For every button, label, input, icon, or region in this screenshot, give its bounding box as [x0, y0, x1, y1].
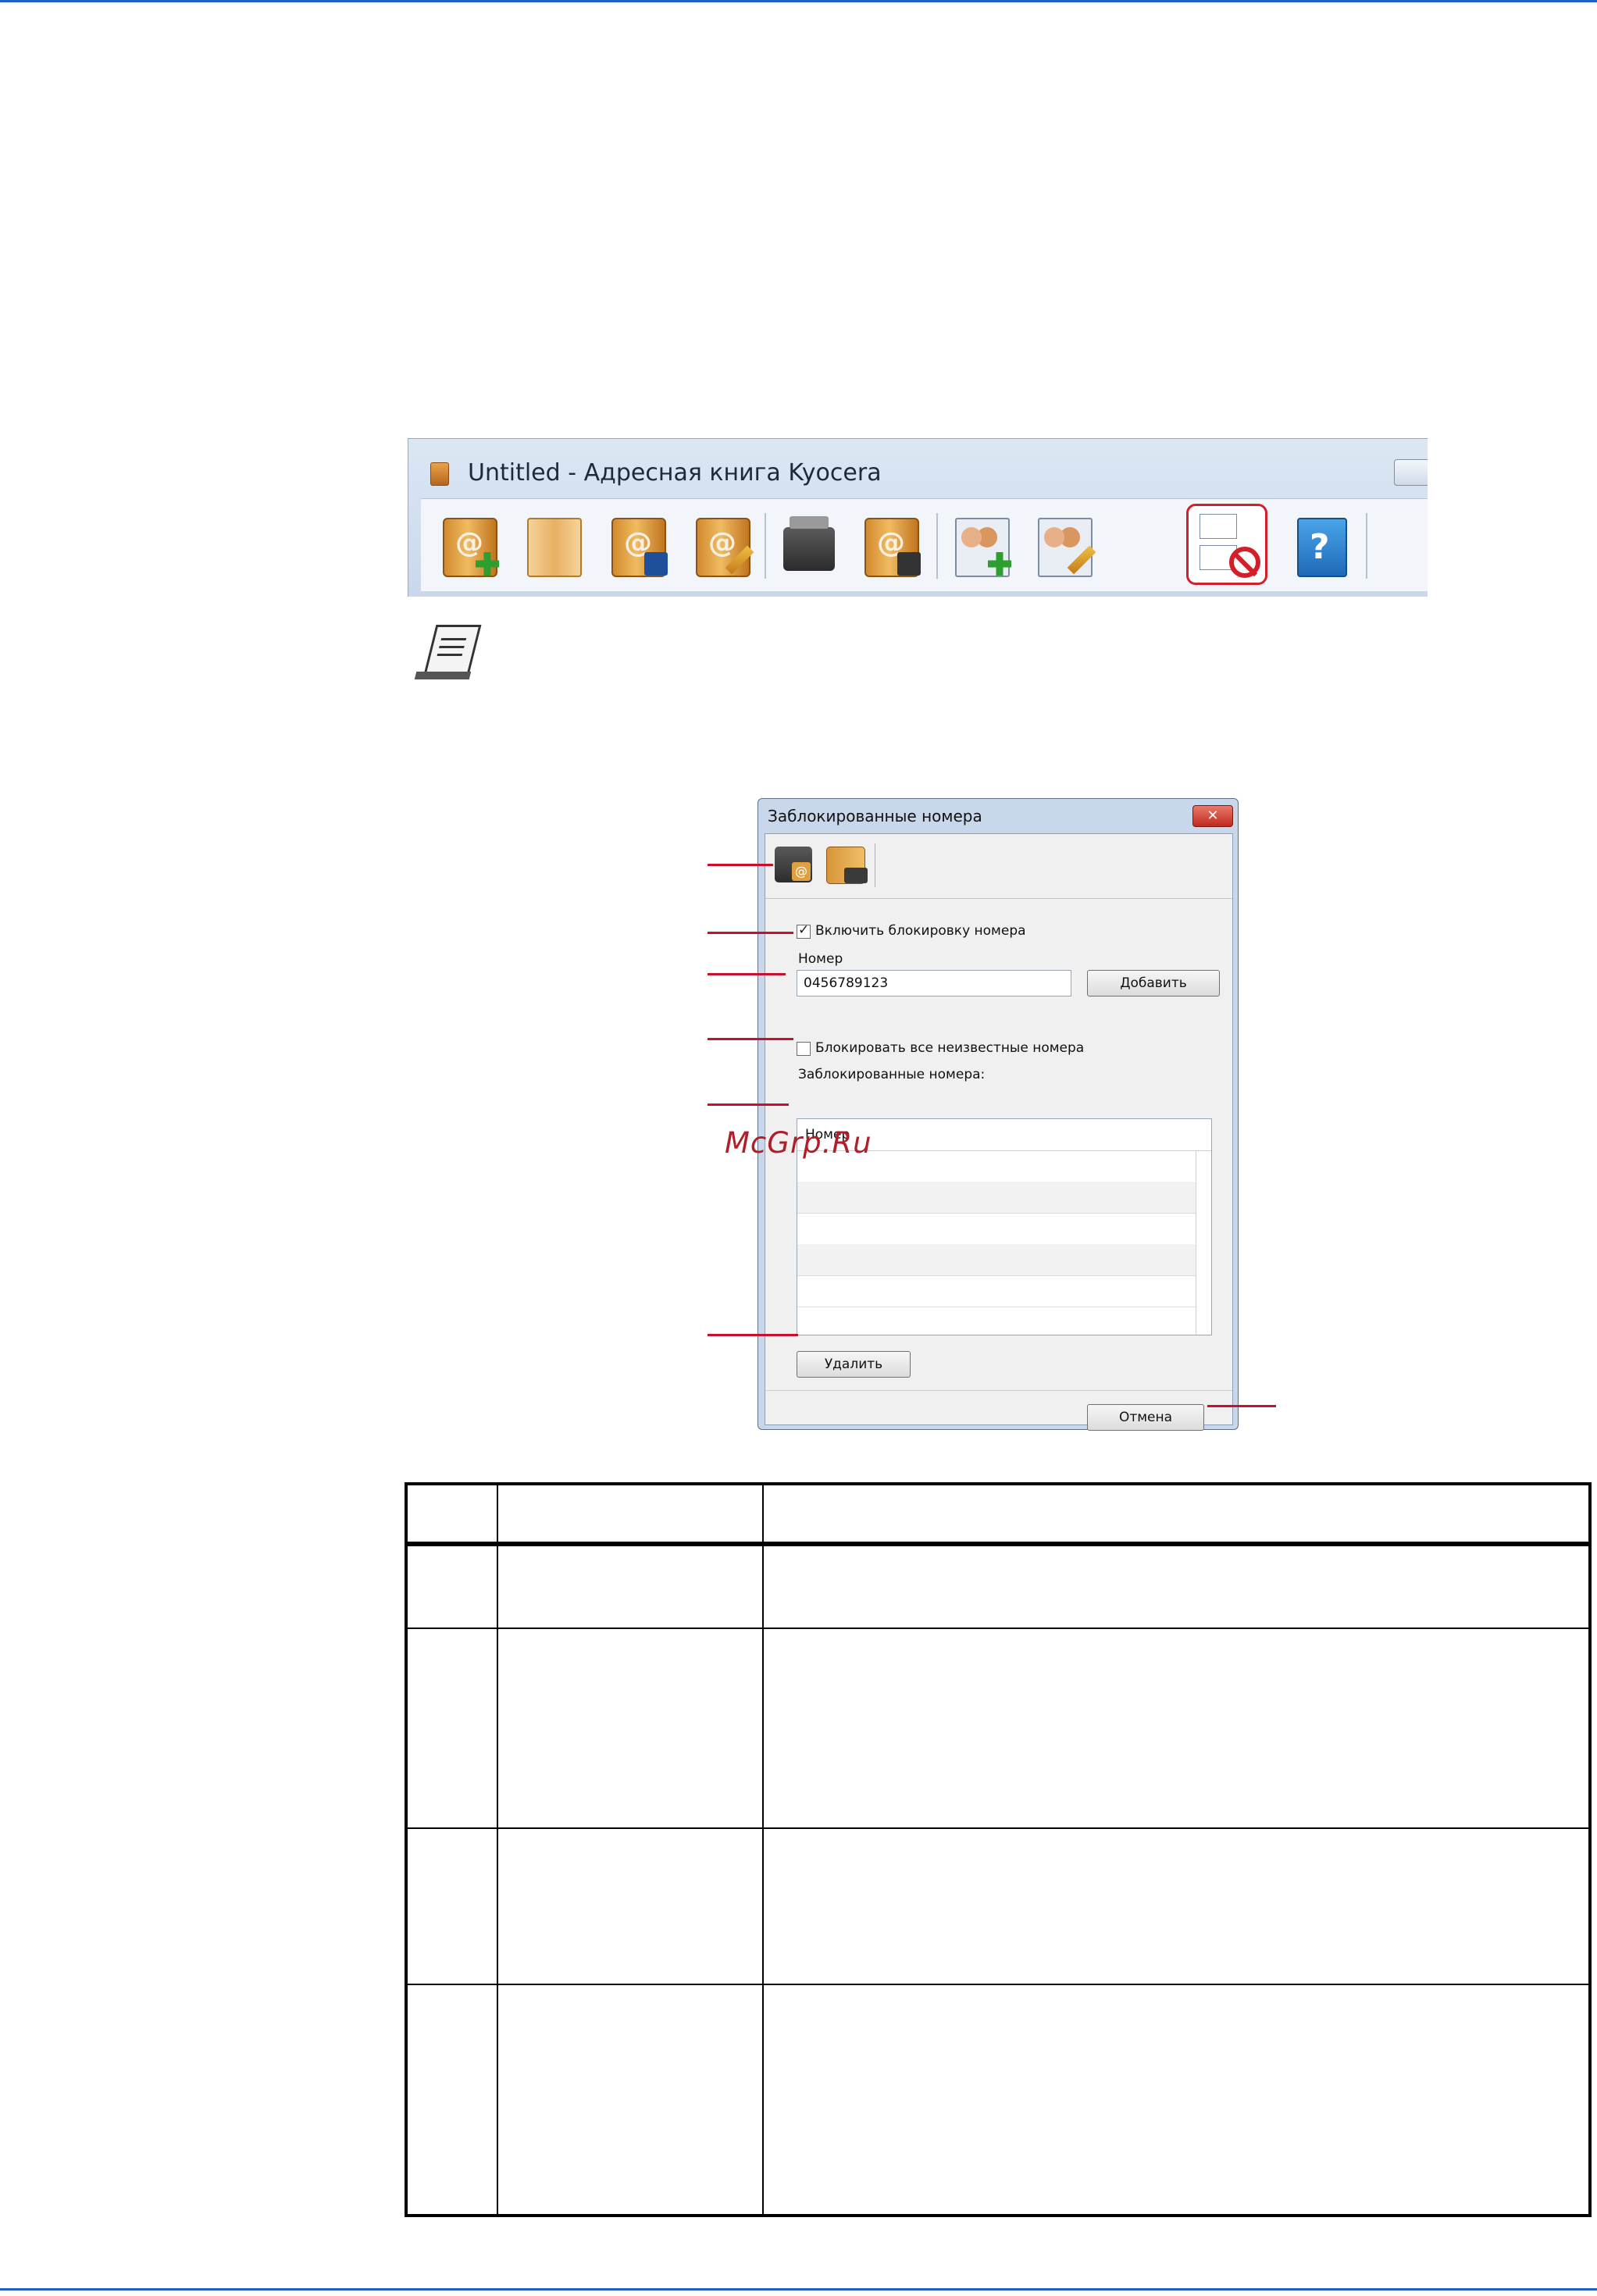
callout-line	[708, 864, 773, 866]
app-icon	[430, 462, 449, 486]
blocked-numbers-icon[interactable]	[1186, 504, 1267, 585]
list-row[interactable]	[797, 1213, 1196, 1245]
device-blocked-list-icon[interactable]	[770, 842, 817, 887]
block-unknown-label: Блокировать все неизвестные номера	[815, 1040, 1085, 1056]
toolbar-separator	[765, 513, 766, 579]
cancel-button[interactable]: Отмена	[1087, 1404, 1204, 1431]
device-address-book-icon[interactable]	[774, 512, 843, 579]
table-row-divider	[408, 1628, 1588, 1629]
table-row-divider	[408, 1827, 1588, 1829]
block-unknown-checkbox[interactable]	[797, 1042, 811, 1056]
toolbar: × ?	[421, 498, 1428, 591]
device-import-icon[interactable]	[855, 512, 924, 579]
callout-line	[1207, 1405, 1276, 1407]
toolbar-separator	[936, 513, 938, 579]
callout-line	[708, 973, 786, 975]
table-column-divider	[497, 1485, 498, 2214]
enable-blocking-checkbox[interactable]	[797, 922, 811, 939]
blocked-numbers-dialog: Заблокированные номера ✕ Включить блокир…	[758, 798, 1239, 1431]
callout-line	[708, 1038, 793, 1040]
import-from-device-icon[interactable]	[822, 842, 868, 887]
callout-line	[708, 1103, 789, 1106]
address-book-save-icon[interactable]	[602, 512, 671, 579]
address-book-edit-icon[interactable]	[686, 512, 755, 579]
close-button[interactable]: ✕	[1192, 805, 1233, 827]
table-row-divider	[408, 1984, 1588, 1985]
dialog-toolbar	[765, 834, 1232, 899]
add-contact-icon[interactable]	[946, 512, 1014, 579]
number-input-value: 0456789123	[804, 975, 889, 991]
window-title: Untitled - Адресная книга Kyocera	[468, 459, 882, 487]
number-label: Номер	[798, 951, 843, 967]
enable-blocking-label: Включить блокировку номера	[815, 923, 1026, 939]
edit-contact-icon[interactable]	[1028, 512, 1097, 579]
bottom-rule	[0, 2288, 1597, 2291]
list-row[interactable]	[797, 1182, 1196, 1214]
delete-button[interactable]: Удалить	[797, 1351, 911, 1378]
address-book-open-icon[interactable]	[518, 512, 586, 579]
watermark: McGrp.Ru	[725, 1126, 872, 1160]
add-button[interactable]: Добавить	[1087, 970, 1220, 996]
description-table	[405, 1482, 1592, 2217]
address-book-new-contact-icon[interactable]	[433, 512, 502, 579]
callout-line	[708, 1334, 798, 1336]
list-row[interactable]	[797, 1275, 1196, 1307]
table-column-divider	[762, 1485, 764, 2214]
table-header-divider	[408, 1542, 1588, 1546]
blocked-list-label: Заблокированные номера:	[798, 1067, 986, 1082]
list-row[interactable]	[797, 1244, 1196, 1276]
callout-line	[708, 932, 793, 934]
note-icon	[414, 625, 483, 684]
toolbar-separator	[1366, 513, 1367, 579]
dialog-title: Заблокированные номера	[768, 807, 982, 825]
help-icon[interactable]: ?	[1288, 512, 1356, 579]
address-book-window: Untitled - Адресная книга Kyocera × ?	[408, 438, 1428, 597]
title-bar: Untitled - Адресная книга Kyocera	[408, 439, 1428, 497]
dialog-divider	[765, 1390, 1232, 1391]
minimize-button[interactable]	[1394, 459, 1428, 486]
top-rule	[0, 0, 1597, 2]
number-input[interactable]: 0456789123	[797, 970, 1071, 996]
